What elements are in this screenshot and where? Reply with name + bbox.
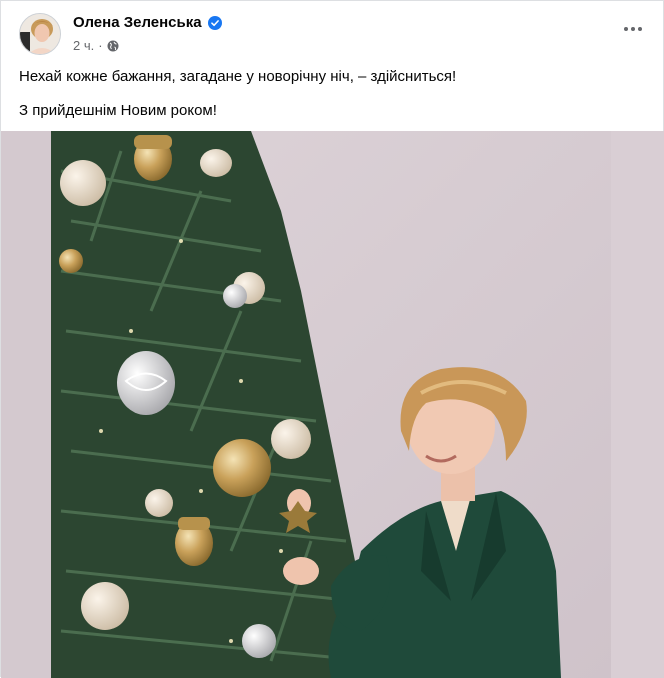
post-meta: 2 ч. · [73,38,119,53]
author-name-row: Олена Зеленська [73,14,222,31]
globe-icon[interactable] [107,40,119,52]
more-dot [631,27,635,31]
post-header: Олена Зеленська 2 ч. · [17,11,647,55]
christmas-tree-photo [1,131,664,678]
more-dot [624,27,628,31]
post-text-line-2: З прийдешнім Новим роком! [19,102,217,119]
more-options-button[interactable] [619,19,647,39]
post-timestamp[interactable]: 2 ч. [73,38,94,53]
verified-badge-icon [207,15,222,30]
post-text-line-1: Нехай кожне бажання, загадане у новорічн… [19,68,457,85]
post-text: Нехай кожне бажання, загадане у новорічн… [19,67,645,135]
meta-separator: · [98,38,103,53]
avatar-portrait-icon [20,14,60,54]
author-name[interactable]: Олена Зеленська [73,14,202,31]
more-dot [638,27,642,31]
facebook-post: Олена Зеленська 2 ч. · Нехай кожне бажан… [0,0,664,678]
author-avatar[interactable] [19,13,61,55]
post-photo[interactable] [1,131,664,678]
